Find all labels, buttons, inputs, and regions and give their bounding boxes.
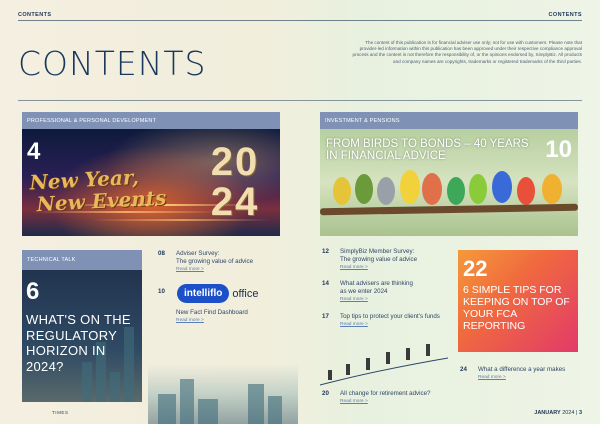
category-tag: INVESTMENT & PENSIONS [320,112,578,129]
feature-card-regulatory-horizon[interactable]: TECHNICAL TALK 6 WHAT'S ON THE REGULATOR… [22,250,142,402]
header-rule [18,20,582,21]
item-title: Top tips to protect your client's funds [340,313,440,320]
read-more-link[interactable]: Read more > [478,374,588,382]
header-left: CONTENTS [18,12,52,18]
page-number: 6 [26,278,40,305]
read-more-link[interactable]: Read more > [340,264,450,272]
feature-card-fca-reporting[interactable]: 22 6 SIMPLE TIPS FOR KEEPING ON TOP OF Y… [458,250,578,352]
feature-card-birds-to-bonds[interactable]: INVESTMENT & PENSIONS FROM BIRDS TO BOND… [320,112,578,236]
item-page-number: 24 [460,366,467,373]
item-title: All change for retirement advice? [340,390,431,397]
page-number: 22 [463,256,488,281]
footer-page-number: 3 [578,410,582,416]
read-more-link[interactable]: Read more > [340,321,450,329]
item-title: New Fact Find Dashboard [176,309,248,316]
year-graphic: 2024 [210,140,260,224]
item-subtitle: The growing value of advice [176,258,254,265]
item-subtitle: The growing value of advice [340,256,418,263]
page-title: CONTENTS [18,44,207,83]
read-more-link[interactable]: Read more > [176,266,286,274]
item-page-number: 14 [322,280,329,287]
page-number: 10 [545,136,572,163]
ribbon-arrow-icon [319,344,449,386]
footer-year: 2024 [562,410,575,416]
footer-publication-fragment: TIMES [52,410,69,415]
header-right: CONTENTS [548,12,582,18]
logo-pill: intelliflo [177,284,230,303]
category-tag: TECHNICAL TALK [22,250,142,270]
category-tag: PROFESSIONAL & PERSONAL DEVELOPMENT [22,112,280,129]
page-footer: JANUARY 2024 | 3 [534,410,582,416]
footer-month: JANUARY [534,410,561,416]
item-page-number: 20 [322,390,329,397]
item-page-number: 12 [322,248,329,255]
read-more-link[interactable]: Read more > [340,296,450,304]
read-more-link[interactable]: Read more > [340,398,450,406]
read-more-link[interactable]: Read more > [176,317,286,325]
card-headline: 6 SIMPLE TIPS FOR KEEPING ON TOP OF YOUR… [463,284,570,332]
item-title: What advisers are thinking [340,280,413,287]
intelliflo-logo: intelliflo office [177,284,258,303]
item-title: Adviser Survey: [176,250,220,257]
page-number: 4 [27,138,41,165]
item-page-number: 08 [158,250,165,257]
item-page-number: 17 [322,313,329,320]
disclaimer-text: The content of this publication is for f… [352,40,582,64]
feature-card-new-year-events[interactable]: PROFESSIONAL & PERSONAL DEVELOPMENT 4 Ne… [22,112,280,236]
card-headline: WHAT'S ON THE REGULATORY HORIZON IN 2024… [26,312,131,374]
item-title: SimplyBiz Member Survey: [340,248,415,255]
item-page-number: 10 [158,288,165,295]
item-title: What a difference a year makes [478,366,566,373]
title-rule [18,100,582,101]
card-headline: New Year, New Events [29,164,167,216]
logo-word: office [232,287,259,300]
city-illustration [148,364,298,424]
card-headline: FROM BIRDS TO BONDS – 40 YEARS IN FINANC… [326,138,529,162]
item-subtitle: as we enter 2024 [340,288,388,295]
